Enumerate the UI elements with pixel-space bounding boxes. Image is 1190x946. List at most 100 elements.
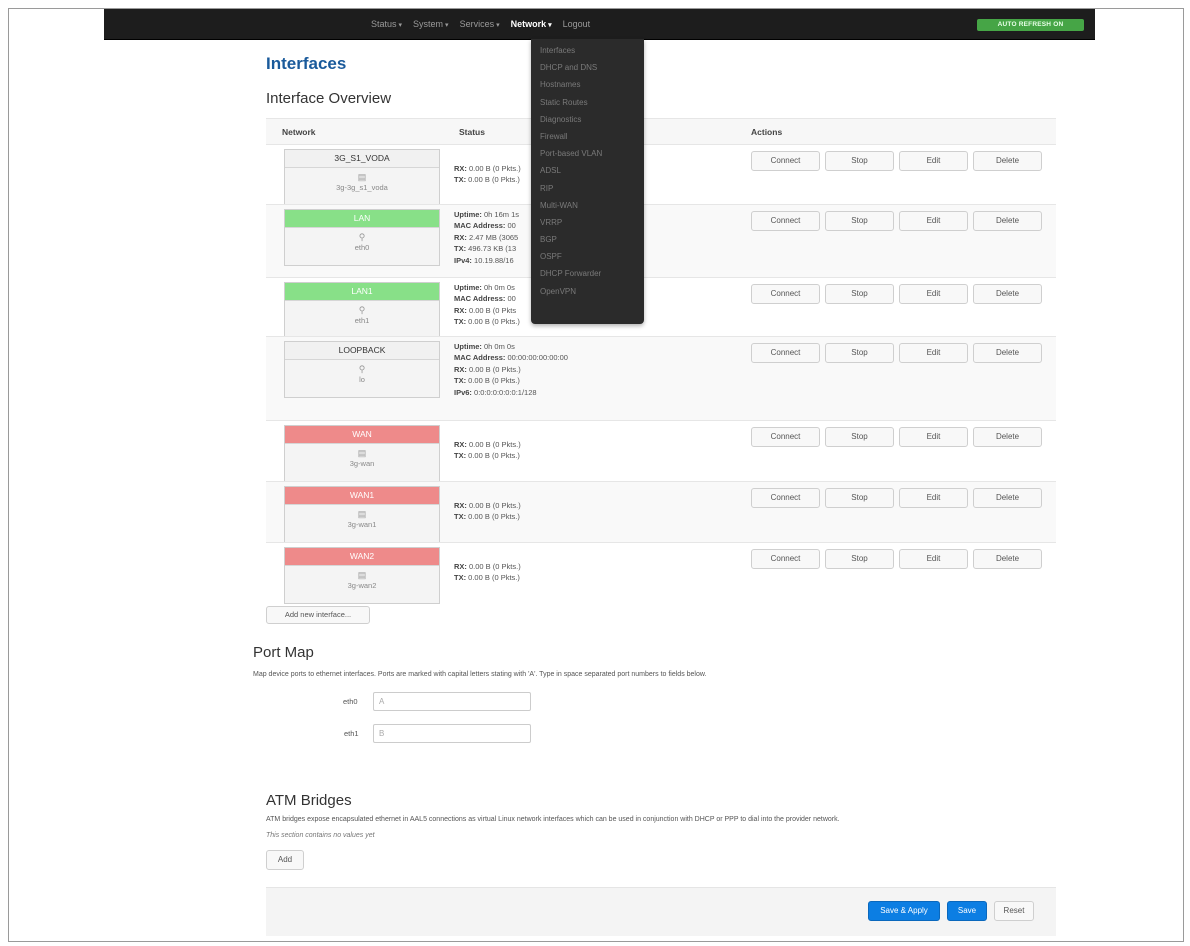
delete-button[interactable]: Delete	[973, 343, 1042, 363]
interface-row: LAN ⚲ eth0 Uptime: 0h 16m 1s MAC Address: 00…	[266, 204, 1056, 277]
edit-button[interactable]: Edit	[899, 343, 968, 363]
interface-badge: LAN1 ⚲ eth1	[284, 282, 440, 339]
network-menu-item[interactable]: Interfaces	[531, 42, 644, 59]
edit-button[interactable]: Edit	[899, 549, 968, 569]
status-value: 0.00 B (0 Pkts.)	[466, 512, 520, 522]
network-menu-item[interactable]: DHCP and DNS	[531, 59, 644, 76]
stop-button[interactable]: Stop	[825, 343, 894, 363]
network-menu-item[interactable]: ADSL	[531, 162, 644, 179]
modem-icon: ▤	[357, 172, 367, 182]
connect-button[interactable]: Connect	[751, 549, 820, 569]
status-key: RX:	[454, 364, 467, 374]
edit-button[interactable]: Edit	[899, 284, 968, 304]
stop-button[interactable]: Stop	[825, 211, 894, 231]
interface-badge: WAN1 ▤ 3g-wan1	[284, 486, 440, 543]
delete-button[interactable]: Delete	[973, 211, 1042, 231]
modem-icon: ▤	[357, 448, 367, 458]
modem-icon: ▤	[357, 570, 367, 580]
interface-badge: 3G_S1_VODA ▤ 3g-3g_s1_voda	[284, 149, 440, 206]
interface-status: Uptime: 0h 0m 0s MAC Address: 00:00:00:00…	[454, 341, 654, 398]
interface-device: ⚲ lo	[285, 360, 439, 397]
connect-button[interactable]: Connect	[751, 488, 820, 508]
table-header: Network Status Actions	[266, 118, 1056, 144]
connect-button[interactable]: Connect	[751, 427, 820, 447]
status-key: RX:	[454, 305, 467, 315]
ethernet-icon: ⚲	[358, 305, 366, 315]
column-network: Network	[282, 127, 316, 137]
delete-button[interactable]: Delete	[973, 284, 1042, 304]
connect-button[interactable]: Connect	[751, 211, 820, 231]
network-menu-item[interactable]: BGP	[531, 231, 644, 248]
network-menu-item[interactable]: Port-based VLAN	[531, 145, 644, 162]
save-apply-button[interactable]: Save & Apply	[868, 901, 940, 921]
stop-button[interactable]: Stop	[825, 151, 894, 171]
network-menu-item[interactable]: Static Routes	[531, 94, 644, 111]
column-actions: Actions	[751, 127, 783, 137]
stop-button[interactable]: Stop	[825, 488, 894, 508]
stop-button[interactable]: Stop	[825, 549, 894, 569]
network-menu-item[interactable]: DHCP Forwarder	[531, 265, 644, 282]
status-value: 0h 0m 0s	[481, 342, 515, 351]
stop-button[interactable]: Stop	[825, 427, 894, 447]
eth1-port-input[interactable]: B	[373, 724, 531, 743]
status-value: 0h 16m 1s	[481, 210, 520, 219]
status-key: MAC Address:	[454, 353, 506, 363]
connect-button[interactable]: Connect	[751, 151, 820, 171]
interface-row: WAN2 ▤ 3g-wan2 RX: 0.00 B (0 Pkts.) TX: 0.00…	[266, 542, 1056, 604]
network-menu-item[interactable]: Firewall	[531, 128, 644, 145]
chevron-down-icon: ▾	[496, 22, 500, 29]
status-key: TX:	[454, 451, 467, 461]
edit-button[interactable]: Edit	[899, 211, 968, 231]
network-menu-item[interactable]: OSPF	[531, 248, 644, 265]
menu-logout[interactable]: Logout	[563, 19, 591, 29]
atm-bridges-description: ATM bridges expose encapsulated ethernet…	[266, 816, 840, 823]
port-map-heading: Port Map	[253, 644, 314, 661]
menu-system[interactable]: System ▾	[413, 19, 449, 29]
connect-button[interactable]: Connect	[751, 343, 820, 363]
delete-button[interactable]: Delete	[973, 488, 1042, 508]
eth0-port-input[interactable]: A	[373, 692, 531, 711]
form-footer: Save & Apply Save Reset	[266, 887, 1056, 936]
status-value: 0.00 B (0 Pkts.)	[466, 364, 521, 374]
delete-button[interactable]: Delete	[973, 549, 1042, 569]
network-menu-item[interactable]: Diagnostics	[531, 111, 644, 128]
status-line: IPv6: 0:0:0:0:0:0:0:1/128	[454, 387, 654, 398]
edit-button[interactable]: Edit	[899, 151, 968, 171]
network-menu-item[interactable]: Multi-WAN	[531, 197, 644, 214]
menu-status[interactable]: Status ▾	[371, 19, 402, 29]
edit-button[interactable]: Edit	[899, 427, 968, 447]
status-key: TX:	[454, 573, 467, 583]
status-key: RX:	[454, 501, 467, 510]
status-value: 0.00 B (0 Pkts.)	[466, 440, 521, 449]
menu-network[interactable]: Network ▾	[511, 19, 552, 29]
atm-empty-notice: This section contains no values yet	[266, 832, 375, 839]
status-value: 0.00 B (0 Pkts.)	[466, 562, 521, 571]
delete-button[interactable]: Delete	[973, 427, 1042, 447]
network-menu-item[interactable]: RIP	[531, 180, 644, 197]
network-menu-item[interactable]: Hostnames	[531, 76, 644, 93]
interface-status: RX: 0.00 B (0 Pkts.) TX: 0.00 B (0 Pkts.)	[454, 439, 654, 462]
device-name: 3g-wan2	[347, 581, 377, 590]
network-menu-item[interactable]: OpenVPN	[531, 283, 644, 300]
network-menu-item[interactable]: VRRP	[531, 214, 644, 231]
delete-button[interactable]: Delete	[973, 151, 1042, 171]
top-navbar: Status ▾ System ▾ Services ▾ Network ▾ Logout AU…	[104, 9, 1095, 40]
edit-button[interactable]: Edit	[899, 488, 968, 508]
status-value: 00	[505, 294, 516, 304]
auto-refresh-badge[interactable]: AUTO REFRESH ON	[977, 19, 1084, 31]
connect-button[interactable]: Connect	[751, 284, 820, 304]
status-key: Uptime:	[454, 210, 482, 219]
status-line: RX: 0.00 B (0 Pkts.)	[454, 163, 526, 174]
status-line: RX: 0.00 B (0 Pkts	[454, 305, 526, 316]
interface-row: LOOPBACK ⚲ lo Uptime: 0h 0m 0s MAC Address: …	[266, 336, 1056, 420]
ethernet-icon: ⚲	[358, 232, 366, 242]
reset-button[interactable]: Reset	[994, 901, 1034, 921]
add-new-interface-button[interactable]: Add new interface...	[266, 606, 370, 624]
status-line: TX: 0.00 B (0 Pkts.)	[454, 375, 654, 386]
save-button[interactable]: Save	[947, 901, 987, 921]
menu-services[interactable]: Services ▾	[460, 19, 500, 29]
menu-label: Network	[510, 19, 547, 29]
device-name: eth1	[354, 316, 370, 325]
stop-button[interactable]: Stop	[825, 284, 894, 304]
add-atm-bridge-button[interactable]: Add	[266, 850, 304, 870]
